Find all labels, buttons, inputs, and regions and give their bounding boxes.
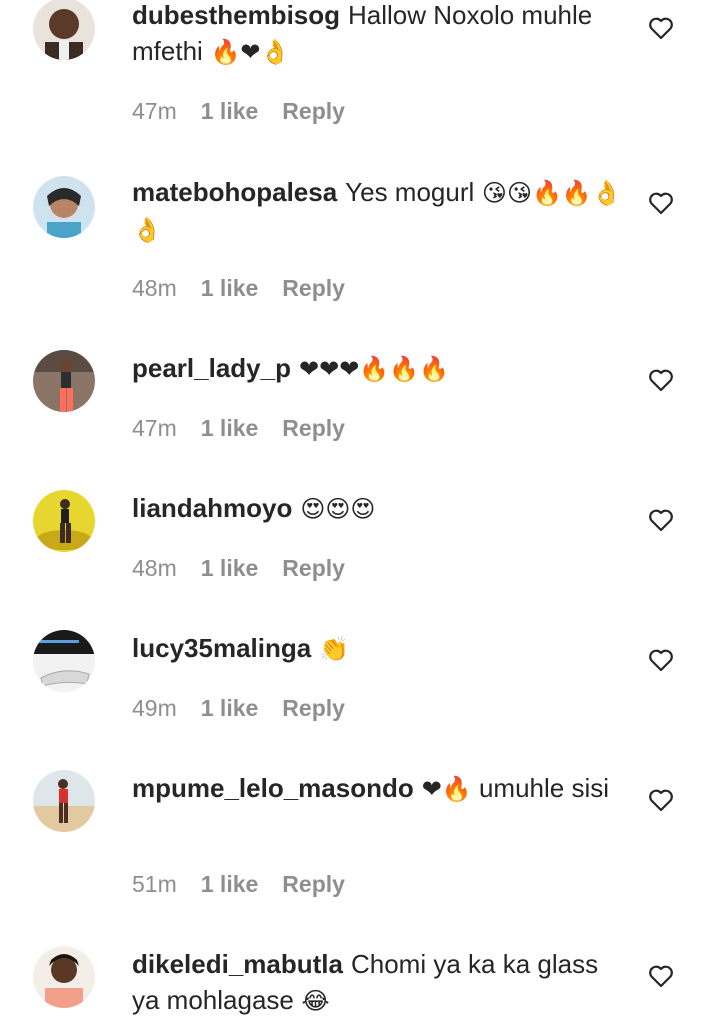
comment-body: lucy35malinga 👏 xyxy=(132,630,632,667)
heart-outline-icon[interactable] xyxy=(648,368,674,392)
comment-emojis: ❤❤❤🔥🔥🔥 xyxy=(298,355,449,383)
comment-emojis: ❤🔥 xyxy=(421,775,472,803)
comment-text: umuhle sisi xyxy=(471,773,610,803)
comment-username[interactable]: lucy35malinga xyxy=(132,633,311,663)
comment-username[interactable]: pearl_lady_p xyxy=(132,353,291,383)
reply-button[interactable]: Reply xyxy=(282,555,345,581)
heart-outline-icon[interactable] xyxy=(648,508,674,532)
reply-button[interactable]: Reply xyxy=(282,415,345,441)
comment-time: 48m xyxy=(132,555,177,581)
comment-username[interactable]: matebohopalesa xyxy=(132,177,337,207)
comment-meta: 47m 1 like Reply xyxy=(132,96,345,126)
avatar[interactable] xyxy=(33,0,95,60)
comment-time: 48m xyxy=(132,275,177,301)
comment-emojis: 👏 xyxy=(319,635,350,663)
heart-outline-icon[interactable] xyxy=(648,964,674,988)
comment-time: 47m xyxy=(132,98,177,124)
comment-meta: 51m 1 like Reply xyxy=(132,869,345,899)
comment-meta: 48m 1 like Reply xyxy=(132,273,345,303)
heart-outline-icon[interactable] xyxy=(648,16,674,40)
heart-outline-icon[interactable] xyxy=(648,788,674,812)
comment-body: matebohopalesa Yes mogurl 😘😘🔥🔥👌👌 xyxy=(132,174,632,248)
avatar[interactable] xyxy=(33,490,95,552)
comment-time: 51m xyxy=(132,871,177,897)
comment-meta: 49m 1 like Reply xyxy=(132,693,345,723)
comment-likes[interactable]: 1 like xyxy=(201,275,259,301)
comment-emojis: 😍😍😍 xyxy=(300,495,376,523)
avatar[interactable] xyxy=(33,350,95,412)
reply-button[interactable]: Reply xyxy=(282,871,345,897)
reply-button[interactable]: Reply xyxy=(282,98,345,124)
comment-username[interactable]: dubesthembisog xyxy=(132,0,340,30)
comment-emojis: 🔥❤👌 xyxy=(202,38,291,66)
comment-body: mpume_lelo_masondo ❤🔥 umuhle sisi xyxy=(132,770,632,807)
comment-text: Yes mogurl xyxy=(345,177,475,207)
comment-likes[interactable]: 1 like xyxy=(201,871,259,897)
comment-meta: 47m 1 like Reply xyxy=(132,413,345,443)
comment-username[interactable]: mpume_lelo_masondo xyxy=(132,773,414,803)
avatar[interactable] xyxy=(33,770,95,832)
comment-likes[interactable]: 1 like xyxy=(201,555,259,581)
reply-button[interactable]: Reply xyxy=(282,695,345,721)
comment-body: dubesthembisog Hallow Noxolo muhle mfethi… xyxy=(132,0,632,70)
avatar[interactable] xyxy=(33,176,95,238)
comment-body: pearl_lady_p ❤❤❤🔥🔥🔥 xyxy=(132,350,632,387)
heart-outline-icon[interactable] xyxy=(648,648,674,672)
comment-meta: 48m 1 like Reply xyxy=(132,553,345,583)
comment-body: dikeledi_mabutla Chomi ya ka ka glass ya … xyxy=(132,946,632,1019)
reply-button[interactable]: Reply xyxy=(282,275,345,301)
avatar[interactable] xyxy=(33,946,95,1008)
comment-body: liandahmoyo 😍😍😍 xyxy=(132,490,632,527)
comment-time: 47m xyxy=(132,415,177,441)
comment-username[interactable]: dikeledi_mabutla xyxy=(132,949,343,979)
comment-likes[interactable]: 1 like xyxy=(201,415,259,441)
heart-outline-icon[interactable] xyxy=(648,191,674,215)
comment-time: 49m xyxy=(132,695,177,721)
comment-emojis: 😂 xyxy=(293,987,330,1015)
avatar[interactable] xyxy=(33,630,95,692)
comment-username[interactable]: liandahmoyo xyxy=(132,493,292,523)
comment-likes[interactable]: 1 like xyxy=(201,695,259,721)
comment-likes[interactable]: 1 like xyxy=(201,98,259,124)
